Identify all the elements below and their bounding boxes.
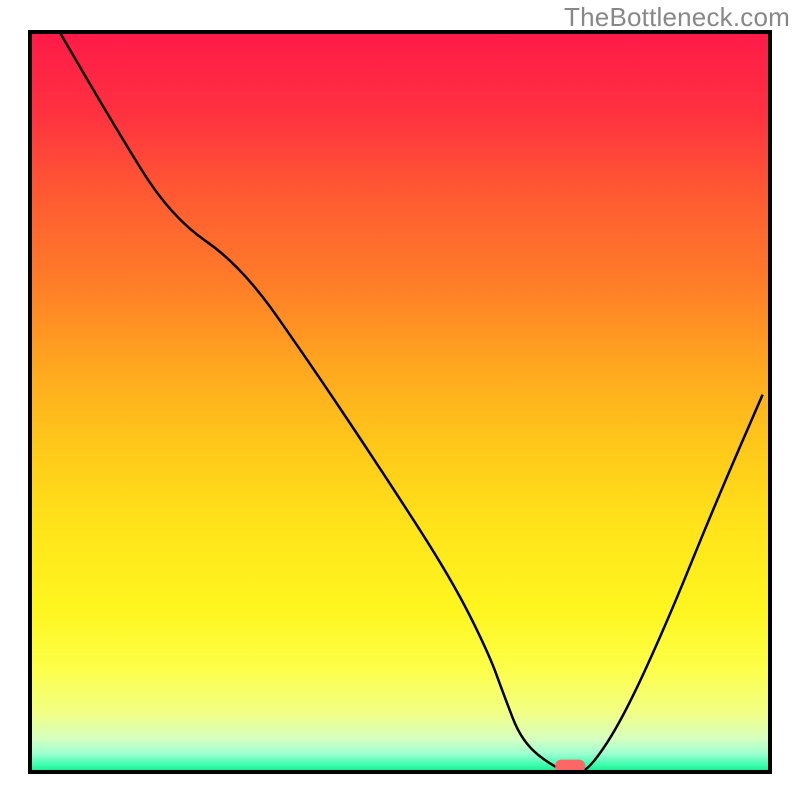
plot-area	[30, 32, 770, 773]
watermark-label: TheBottleneck.com	[564, 2, 790, 33]
chart-container: TheBottleneck.com	[0, 0, 800, 800]
gradient-background	[30, 32, 770, 772]
bottleneck-chart	[0, 0, 800, 800]
